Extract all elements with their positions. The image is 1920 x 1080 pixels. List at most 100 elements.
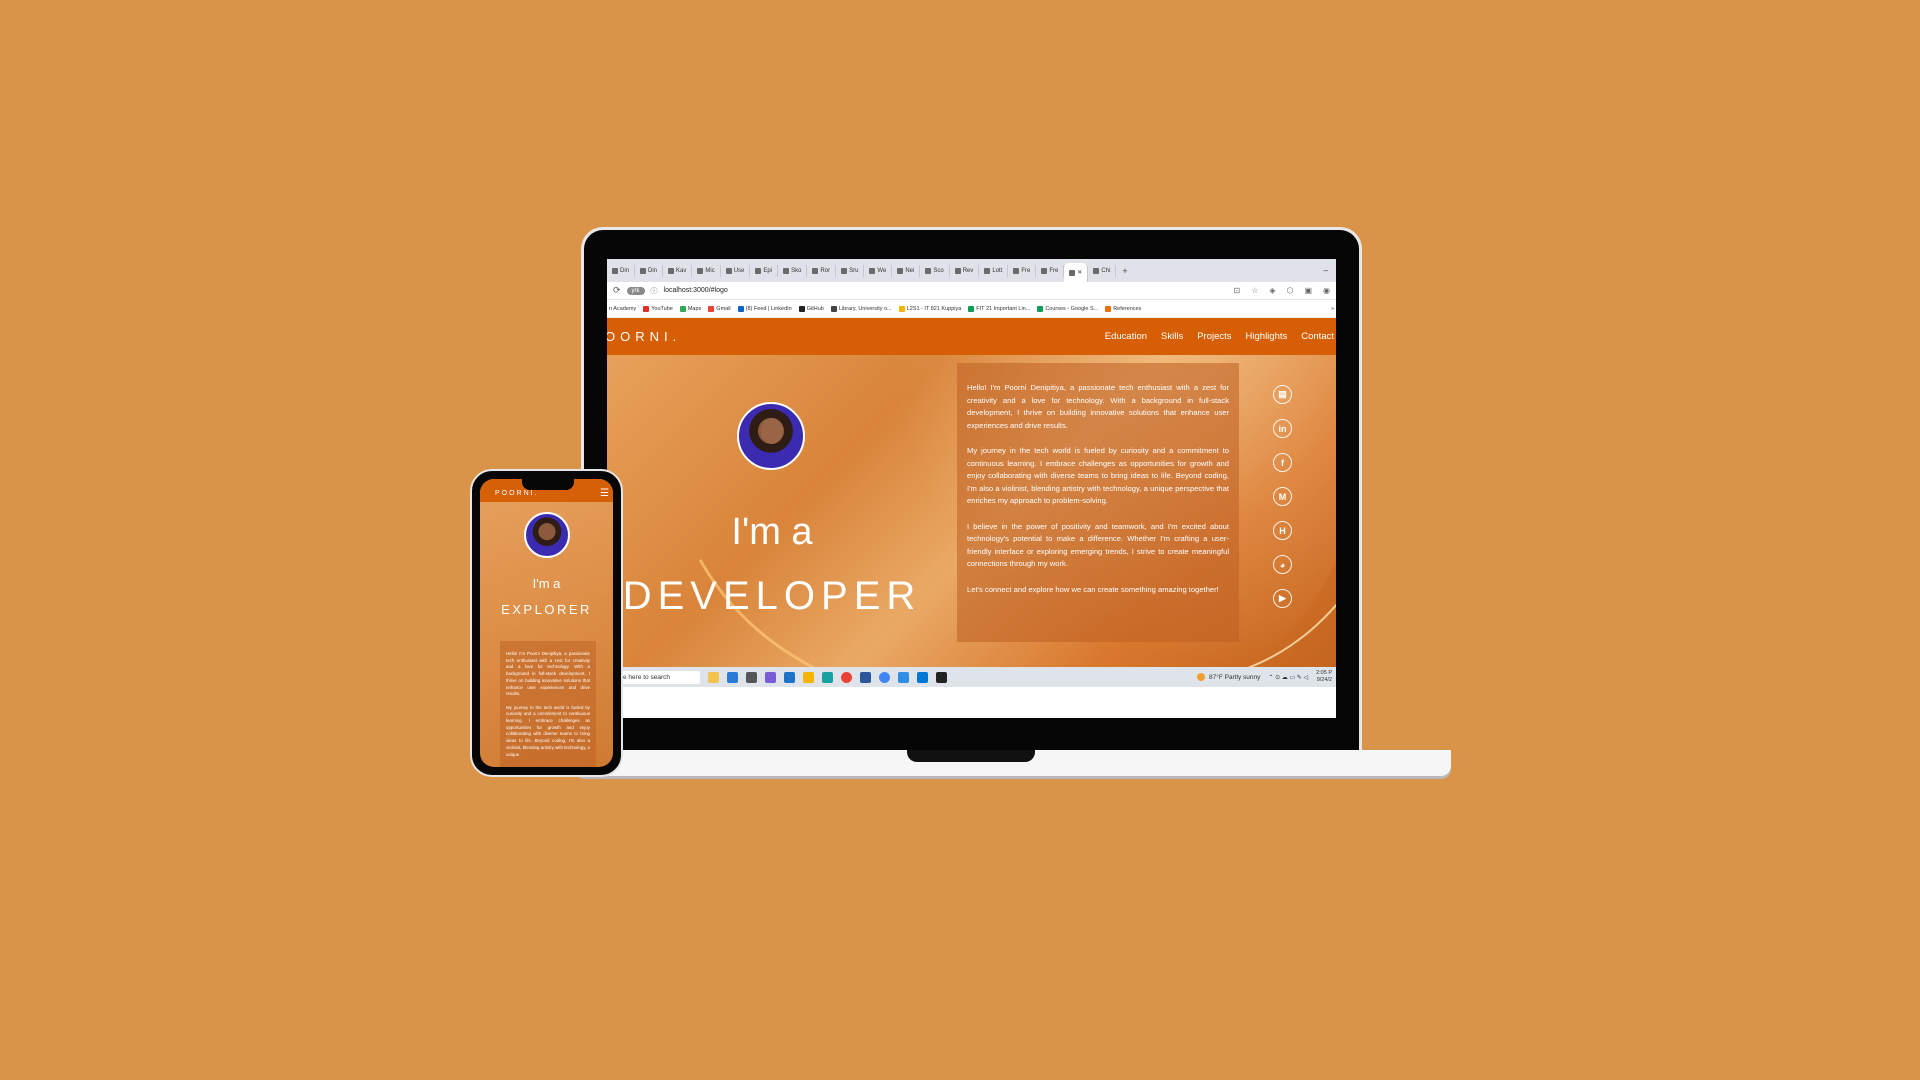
browser-tab[interactable]: Sko bbox=[778, 264, 808, 277]
side-panel-icon[interactable]: ▣ bbox=[1304, 286, 1312, 295]
library-icon bbox=[830, 305, 837, 312]
nav-education[interactable]: Education bbox=[1105, 331, 1147, 342]
github-icon[interactable]: ◕ bbox=[1273, 555, 1292, 574]
edge-icon[interactable] bbox=[821, 671, 833, 683]
browser-tab[interactable]: Fre bbox=[1008, 264, 1037, 277]
browser-tab[interactable]: Chi bbox=[1088, 264, 1117, 277]
github-icon bbox=[798, 305, 805, 312]
tab-favicon-icon bbox=[869, 267, 876, 274]
bookmark-item[interactable]: Gmail bbox=[708, 305, 731, 312]
avatar-face bbox=[761, 418, 783, 444]
bookmark-item[interactable]: Library, University o... bbox=[830, 305, 892, 312]
vscode-icon[interactable] bbox=[916, 671, 928, 683]
medium-icon[interactable]: M bbox=[1273, 487, 1292, 506]
system-tray[interactable]: ⌃ ⊙ ☁ ▭ ✎ ◁ bbox=[1268, 674, 1308, 681]
browser-tab[interactable]: Use bbox=[721, 264, 751, 277]
minimize-button[interactable]: – bbox=[1316, 266, 1336, 275]
resume-icon[interactable]: ▤ bbox=[1273, 385, 1292, 404]
browser-tab[interactable]: Din bbox=[635, 264, 664, 277]
hero-greeting: I'm a bbox=[731, 511, 813, 553]
browser-tab[interactable]: Mic bbox=[692, 264, 721, 277]
sheets-icon bbox=[1037, 305, 1044, 312]
reload-icon[interactable]: ⟳ bbox=[613, 285, 621, 296]
linkedin-icon[interactable]: in bbox=[1273, 419, 1292, 438]
hamburger-menu-icon[interactable]: ☰ bbox=[600, 488, 609, 499]
references-icon bbox=[1105, 305, 1112, 312]
profile-icon[interactable]: ◉ bbox=[1323, 286, 1330, 295]
nav-skills[interactable]: Skills bbox=[1161, 331, 1183, 342]
mail-icon[interactable] bbox=[783, 671, 795, 683]
profile-avatar bbox=[737, 402, 805, 470]
bookmark-star-icon[interactable]: ☆ bbox=[1251, 286, 1258, 295]
file-explorer-icon[interactable] bbox=[802, 671, 814, 683]
browser-tab[interactable]: Epi bbox=[750, 264, 779, 277]
bookmark-item[interactable]: GitHub bbox=[798, 305, 824, 312]
bookmark-item[interactable]: n Academy bbox=[609, 306, 636, 312]
browser-tab[interactable]: Ror bbox=[807, 264, 837, 277]
tab-favicon-icon bbox=[783, 267, 790, 274]
bookmarks-overflow[interactable]: » bbox=[1331, 306, 1334, 312]
hashnode-icon[interactable]: H bbox=[1273, 521, 1292, 540]
sun-icon bbox=[1197, 673, 1206, 681]
tab-favicon-icon bbox=[640, 267, 647, 274]
about-paragraph: Hello! I'm Poorni Denipitiya, a passiona… bbox=[506, 651, 590, 697]
tab-favicon-icon bbox=[755, 267, 762, 274]
hero-role: DEVELOPER bbox=[622, 574, 922, 618]
url-field[interactable]: localhost:3000/#logo bbox=[664, 287, 1223, 294]
app-icon[interactable] bbox=[764, 671, 776, 683]
browser-tab[interactable]: Sru bbox=[836, 264, 865, 277]
taskbar-search[interactable]: e here to search bbox=[611, 670, 700, 684]
terminal-icon[interactable] bbox=[935, 671, 947, 683]
browser-tab[interactable]: Nei bbox=[892, 264, 921, 277]
copilot-icon[interactable] bbox=[726, 671, 738, 683]
browser-tab[interactable]: Lott bbox=[979, 264, 1009, 277]
nav-contact[interactable]: Contact bbox=[1301, 331, 1334, 342]
phone-site-logo[interactable]: POORNI. bbox=[495, 490, 539, 497]
about-paragraph: I believe in the power of positivity and… bbox=[967, 521, 1229, 569]
extension-badge[interactable]: yrk bbox=[626, 286, 645, 295]
youtube-icon[interactable]: ▶ bbox=[1273, 589, 1292, 608]
site-logo[interactable]: OORNI. bbox=[607, 329, 681, 344]
tab-favicon-icon bbox=[668, 267, 675, 274]
shield-extension-icon[interactable]: ◈ bbox=[1269, 286, 1275, 295]
bookmark-item[interactable]: (8) Feed | LinkedIn bbox=[737, 305, 792, 312]
google-icon[interactable] bbox=[878, 671, 890, 683]
install-app-icon[interactable]: ⊡ bbox=[1233, 286, 1240, 295]
browser-tab-active[interactable]: ✕ bbox=[1064, 263, 1089, 282]
tab-close-icon[interactable]: ✕ bbox=[1077, 267, 1082, 279]
browser-tab-bar: Din Din Kav Mic Use Epi Sko Ror Sru We N… bbox=[607, 259, 1336, 282]
about-paragraph: My journey in the tech world is fueled b… bbox=[967, 445, 1229, 506]
browser-tab[interactable]: Rev bbox=[950, 264, 980, 277]
extensions-icon[interactable]: ⬡ bbox=[1286, 286, 1293, 295]
folder-icon bbox=[898, 305, 905, 312]
bookmark-item[interactable]: References bbox=[1105, 305, 1141, 312]
weather-widget[interactable]: 87°F Partly sunny bbox=[1197, 673, 1260, 681]
browser-tab[interactable]: Din bbox=[607, 264, 636, 277]
social-links: ▤ in f M H ◕ ▶ bbox=[1273, 385, 1292, 608]
taskbar-clock[interactable]: 2:05 P 9/24/2 bbox=[1316, 670, 1332, 684]
tab-favicon-icon bbox=[612, 267, 618, 274]
address-bar: ⟳ yrk ⓘ localhost:3000/#logo ⊡ ☆ ◈ ⬡ ▣ ◉ bbox=[607, 282, 1336, 300]
chrome-icon[interactable] bbox=[840, 671, 852, 683]
task-view-icon[interactable] bbox=[745, 671, 757, 683]
browser-tab[interactable]: Sco bbox=[920, 264, 950, 277]
tab-favicon-icon bbox=[841, 267, 848, 274]
new-tab-button[interactable]: + bbox=[1116, 266, 1133, 276]
bookmark-item[interactable]: L2S1 - IT 821 Kuppiya bbox=[898, 305, 961, 312]
widget-icon[interactable] bbox=[707, 671, 719, 683]
gmail-icon bbox=[708, 305, 715, 312]
bookmark-item[interactable]: Courses - Google S... bbox=[1037, 305, 1098, 312]
phone-screen: POORNI. ☰ I'm a EXPLORER Hello! I'm Poor… bbox=[480, 479, 613, 767]
nav-highlights[interactable]: Highlights bbox=[1246, 331, 1288, 342]
word-icon[interactable] bbox=[859, 671, 871, 683]
browser-tab[interactable]: Kav bbox=[663, 264, 693, 277]
nav-projects[interactable]: Projects bbox=[1197, 331, 1231, 342]
todo-icon[interactable] bbox=[897, 671, 909, 683]
bookmark-item[interactable]: YouTube bbox=[643, 305, 673, 312]
browser-tab[interactable]: Fre bbox=[1036, 264, 1065, 277]
bookmark-item[interactable]: Maps bbox=[679, 305, 701, 312]
site-info-icon[interactable]: ⓘ bbox=[651, 286, 658, 296]
bookmark-item[interactable]: FIT 21 Important Lin... bbox=[968, 305, 1030, 312]
browser-tab[interactable]: We bbox=[864, 264, 893, 277]
facebook-icon[interactable]: f bbox=[1273, 453, 1292, 472]
